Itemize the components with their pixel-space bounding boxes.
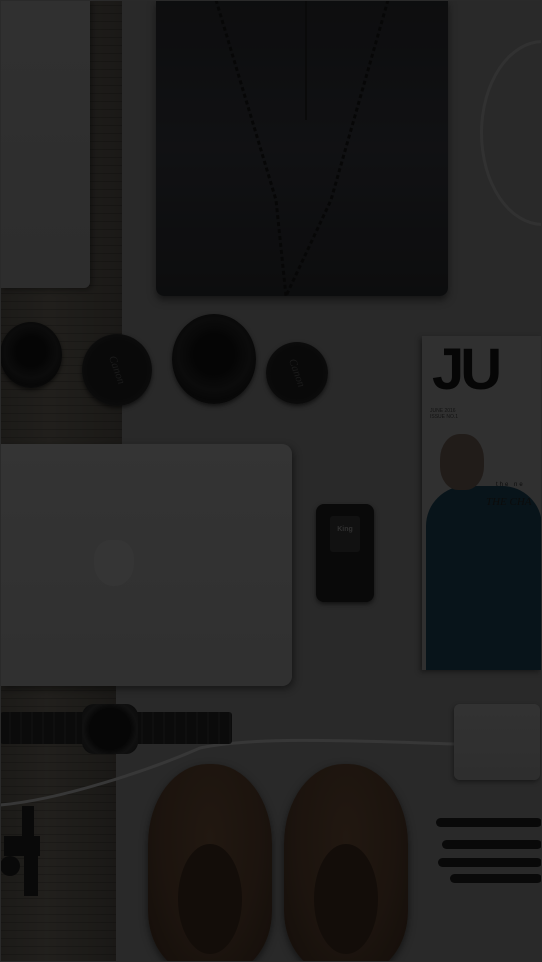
pen-3 [438,858,542,867]
right-loafer-opening [314,844,378,954]
left-loafer [148,764,272,962]
background-photo: Canon Canon JU JUNE 2016 ISSUE NO.1 the … [0,0,542,962]
pen-4 [450,874,542,883]
pen-1 [436,818,542,827]
left-loafer-opening [178,844,242,954]
laptop-charger [454,704,540,780]
tripod-mount [0,806,40,896]
pen-2 [442,840,542,849]
right-loafer [284,764,408,962]
wrist-watch [82,704,138,754]
